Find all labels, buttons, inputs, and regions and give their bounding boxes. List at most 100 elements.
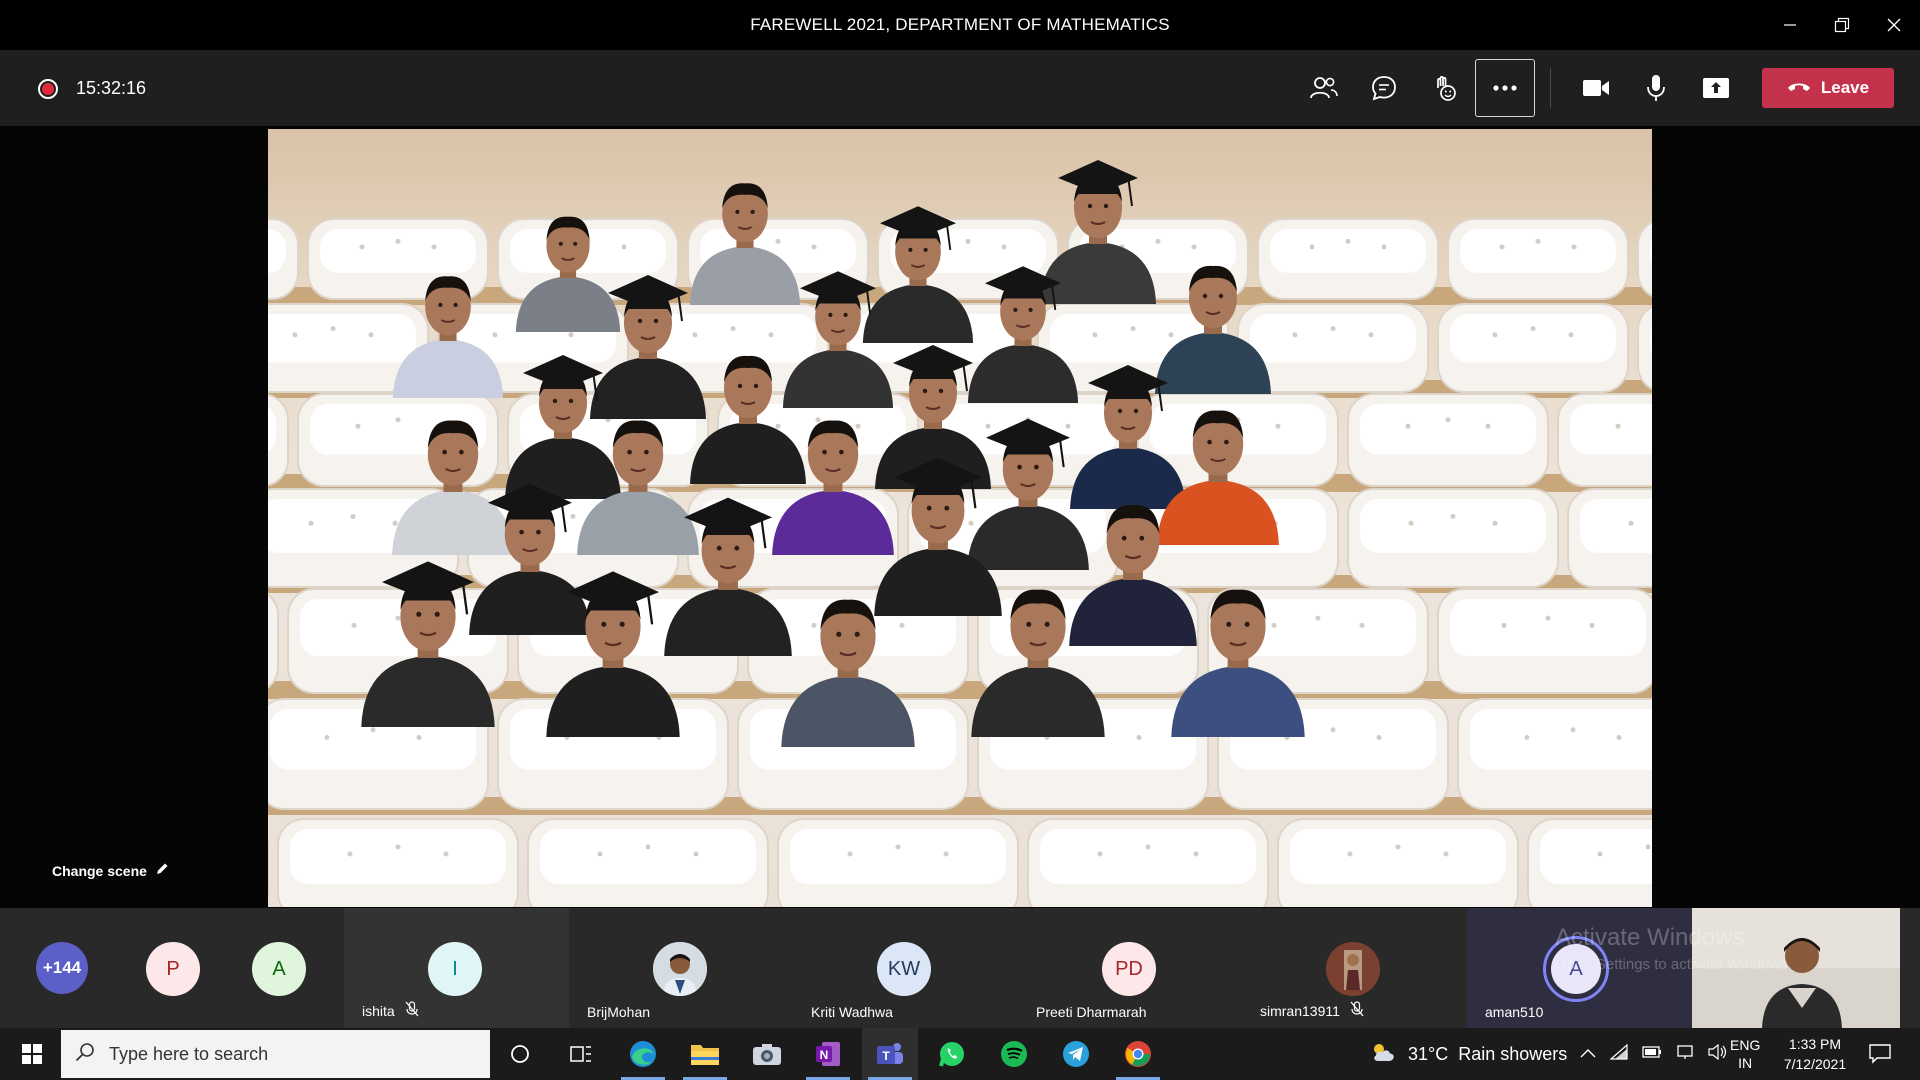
auditorium-seat [1027, 818, 1269, 907]
onenote-icon[interactable]: N [800, 1028, 856, 1080]
chat-icon[interactable] [1356, 62, 1412, 114]
task-view-icon[interactable] [553, 1028, 609, 1080]
participant-overflow[interactable]: +144 [0, 908, 120, 1028]
network-icon[interactable] [1676, 1044, 1694, 1065]
participant-name-text: Preeti Dharmarah [1036, 1004, 1147, 1020]
taskbar-search-box[interactable]: Type here to search [61, 1030, 490, 1078]
auditorium-seat [777, 818, 1019, 907]
avatar-photo [1326, 942, 1380, 996]
chrome-icon[interactable] [1110, 1028, 1166, 1080]
mic-muted-icon [1350, 1001, 1364, 1020]
language-code: ENG [1730, 1037, 1761, 1053]
hangup-icon [1787, 78, 1811, 98]
cortana-icon[interactable] [492, 1028, 548, 1080]
battery-icon[interactable] [1642, 1045, 1662, 1064]
window-controls [1764, 0, 1920, 50]
auditorium-seat [1447, 218, 1629, 300]
mic-muted-icon [405, 1001, 419, 1020]
toolbar-divider [1550, 68, 1551, 108]
auditorium-seat [1347, 393, 1549, 487]
participants-icon[interactable] [1296, 62, 1352, 114]
telegram-icon[interactable] [1048, 1028, 1104, 1080]
auditorium-seat [1437, 588, 1652, 694]
system-tray [1580, 1028, 1728, 1080]
window-title: FAREWELL 2021, DEPARTMENT OF MATHEMATICS [750, 15, 1170, 34]
reactions-icon[interactable] [1416, 62, 1472, 114]
participant-name: Kriti Wadhwa [811, 1004, 893, 1020]
pencil-icon [155, 862, 169, 879]
avatar: I [428, 942, 482, 996]
svg-text:N: N [820, 1048, 829, 1062]
avatar: KW [877, 942, 931, 996]
windows-start-icon[interactable] [12, 1028, 52, 1080]
auditorium-seat [527, 818, 769, 907]
watermark-subtitle: Go to Settings to activate Windows. [1555, 956, 1792, 973]
volume-icon[interactable] [1708, 1043, 1728, 1065]
weather-widget[interactable]: 31°C Rain showers [1370, 1028, 1567, 1080]
participant-preeti[interactable]: PD Preeti Dharmarah [1018, 908, 1242, 1028]
auditorium-seat [1637, 305, 1652, 391]
weather-condition: Rain showers [1458, 1043, 1568, 1064]
change-scene-button[interactable]: Change scene [52, 862, 169, 879]
leave-button[interactable]: Leave [1762, 68, 1894, 108]
wifi-icon[interactable] [1609, 1043, 1628, 1065]
auditorium-graphic [268, 160, 1652, 907]
restore-icon[interactable] [1816, 0, 1868, 50]
auditorium-seat [1567, 488, 1652, 588]
participant-p[interactable]: P [120, 908, 224, 1028]
more-icon[interactable] [1475, 59, 1535, 117]
spotify-icon[interactable] [986, 1028, 1042, 1080]
change-scene-label: Change scene [52, 862, 147, 879]
auditorium-seat [1277, 818, 1519, 907]
cloud-sun-icon [1370, 1041, 1398, 1068]
participant-a[interactable]: A [224, 908, 344, 1028]
together-mode-scene [268, 129, 1652, 907]
taskbar-clock[interactable]: 1:33 PM 7/12/2021 [1775, 1028, 1855, 1080]
recording-icon [38, 78, 58, 99]
auditorium-seat [1557, 393, 1652, 487]
participant-brijmohan[interactable]: BrijMohan [569, 908, 793, 1028]
clock-date: 7/12/2021 [1783, 1056, 1847, 1072]
file-explorer-icon[interactable] [677, 1028, 733, 1080]
auditorium-seat [268, 593, 279, 689]
participant-name-text: BrijMohan [587, 1004, 651, 1020]
title-bar: FAREWELL 2021, DEPARTMENT OF MATHEMATICS [0, 0, 1920, 50]
search-placeholder: Type here to search [109, 1043, 269, 1064]
recording-indicator: 15:32:16 [38, 78, 146, 99]
participant-simran[interactable]: simran13911 [1242, 908, 1467, 1028]
leave-label: Leave [1820, 78, 1870, 97]
avatar-photo [653, 942, 707, 996]
windows-taskbar: Type here to search N T 31°C Rain shower… [0, 1028, 1920, 1080]
participant-name: Preeti Dharmarah [1036, 1004, 1147, 1020]
auditorium-seat [1347, 488, 1559, 588]
clock-time: 1:33 PM [1788, 1036, 1842, 1052]
whatsapp-icon[interactable] [924, 1028, 980, 1080]
auditorium-seat [1257, 218, 1439, 300]
participant-name: simran13911 [1260, 1001, 1364, 1020]
participant-ishita[interactable]: I ishita [344, 908, 569, 1028]
region-code: IN [1738, 1055, 1753, 1071]
weather-temperature: 31°C [1408, 1043, 1449, 1064]
participant-name-text: aman510 [1485, 1004, 1544, 1020]
participant-name: BrijMohan [587, 1004, 650, 1020]
chevron-up-icon[interactable] [1580, 1045, 1596, 1063]
search-icon [75, 1042, 95, 1067]
teams-icon[interactable]: T [862, 1028, 918, 1080]
watermark-title: Activate Windows [1555, 924, 1745, 951]
meeting-timer: 15:32:16 [76, 78, 147, 98]
meeting-toolbar: 15:32:16 Leave [0, 50, 1920, 126]
camera-app-icon[interactable] [739, 1028, 795, 1080]
close-icon[interactable] [1868, 0, 1920, 50]
minimize-icon[interactable] [1764, 0, 1816, 50]
camera-icon[interactable] [1568, 62, 1624, 114]
participant-kriti[interactable]: KW Kriti Wadhwa [793, 908, 1018, 1028]
avatar: A [252, 942, 306, 996]
edge-icon[interactable] [615, 1028, 671, 1080]
notifications-icon[interactable] [1852, 1028, 1908, 1080]
avatar: PD [1102, 942, 1156, 996]
auditorium-seat [277, 818, 519, 907]
auditorium-seat [268, 393, 289, 487]
microphone-icon[interactable] [1628, 62, 1684, 114]
input-language[interactable]: ENG IN [1730, 1028, 1760, 1080]
share-icon[interactable] [1688, 62, 1744, 114]
